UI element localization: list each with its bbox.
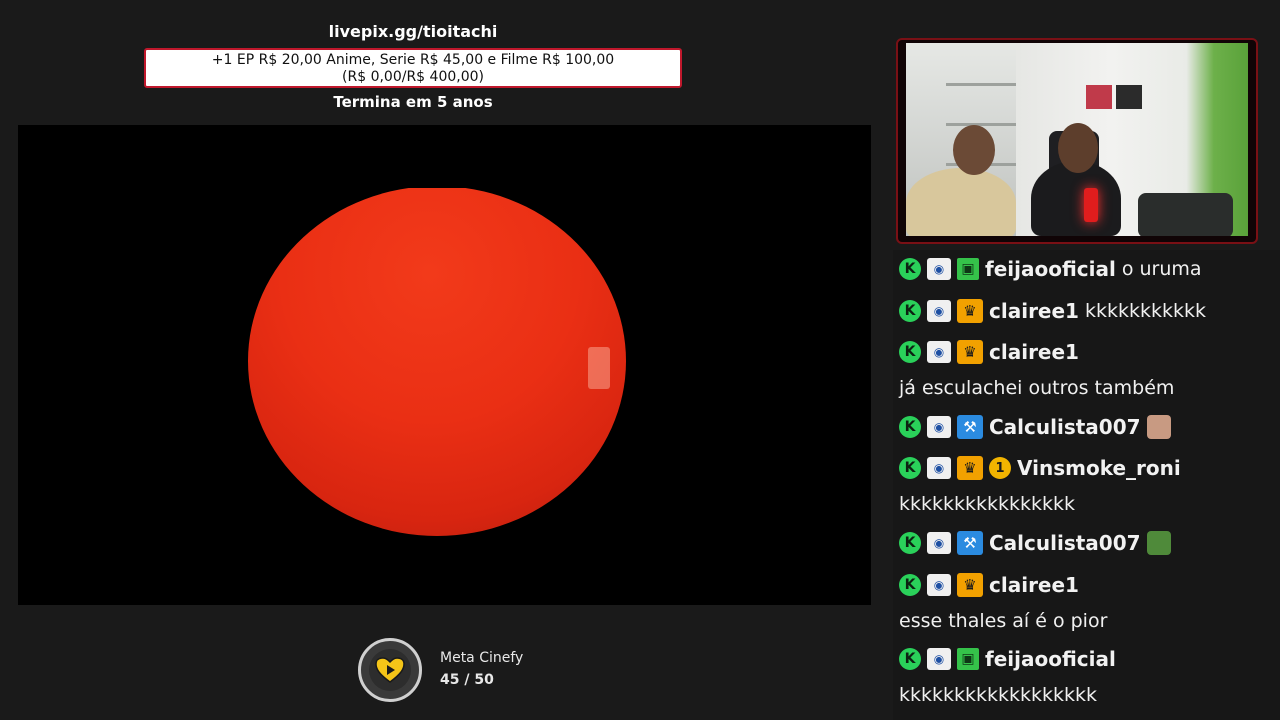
chat-username[interactable]: Vinsmoke_roni [1017, 456, 1181, 480]
kick-icon: K [899, 457, 921, 479]
person-right-head [1058, 123, 1098, 173]
donation-url: livepix.gg/tioitachi [328, 22, 498, 41]
chat-text: kkkkkkkkkkkkkkkk [899, 493, 1076, 515]
donation-offer-line2: (R$ 0,00/R$ 400,00) [342, 69, 484, 85]
wall-poster [1086, 85, 1112, 109]
sphere-top-edge [328, 180, 548, 188]
donation-ends: Termina em 5 anos [333, 93, 493, 111]
gift-icon: ▣ [957, 258, 979, 280]
pet-badge-icon: ◉ [927, 341, 951, 363]
chair-back [1138, 193, 1233, 236]
chat-username[interactable]: Calculista007 [989, 415, 1141, 439]
chat-username[interactable]: clairee1 [989, 299, 1079, 323]
chat-text: o uruma [1121, 258, 1202, 280]
donation-offer-line1: +1 EP R$ 20,00 Anime, Serie R$ 45,00 e F… [211, 52, 615, 68]
chat-text: kkkkkkkkkkk [1084, 300, 1207, 322]
person-left [906, 168, 1016, 236]
meta-count: 45 / 50 [440, 672, 494, 688]
chat-message: K ◉ ♛ 1 Vinsmoke_roni [899, 456, 1181, 480]
chat-text: já esculachei outros também [899, 377, 1175, 399]
pet-badge-icon: ◉ [927, 574, 951, 596]
kick-icon: K [899, 648, 921, 670]
sphere-reflection [588, 347, 610, 389]
chat-message: K ◉ ♛ clairee1 [899, 340, 1079, 364]
red-lamp [1084, 188, 1098, 222]
chat-message: K ◉ ♛ clairee1 kkkkkkkkkkk [899, 299, 1206, 323]
chat-username[interactable]: clairee1 [989, 573, 1079, 597]
kick-icon: K [899, 258, 921, 280]
crown-icon: ♛ [957, 340, 983, 364]
pepe-emote-icon [1146, 531, 1171, 555]
gift-icon: ▣ [957, 648, 979, 670]
chat-username[interactable]: clairee1 [989, 340, 1079, 364]
meta-label: Meta Cinefy [440, 650, 524, 666]
webcam-feed [906, 43, 1248, 236]
donation-goal-box: +1 EP R$ 20,00 Anime, Serie R$ 45,00 e F… [144, 48, 682, 88]
wall-poster [1116, 85, 1142, 109]
video-player[interactable] [18, 125, 871, 605]
hammer-icon: ⚒ [957, 415, 983, 439]
play-heart-icon [358, 638, 422, 702]
chat-text: kkkkkkkkkkkkkkkkkk [899, 684, 1098, 706]
kick-icon: K [899, 532, 921, 554]
pet-badge-icon: ◉ [927, 457, 951, 479]
red-sphere-video-frame [248, 186, 626, 536]
chat-message: K ◉ ♛ clairee1 [899, 573, 1079, 597]
chat-message: K ◉ ⚒ Calculista007 [899, 531, 1171, 555]
kick-icon: K [899, 416, 921, 438]
person-left-head [953, 125, 995, 175]
pet-badge-icon: ◉ [927, 416, 951, 438]
chat-text: esse thales aí é o pior [899, 610, 1108, 632]
crown-icon: ♛ [957, 456, 983, 480]
chat-username[interactable]: feijaooficial [985, 647, 1116, 671]
chat-panel: K ◉ ▣ feijaooficial o uruma K ◉ ♛ claire… [893, 250, 1280, 720]
face-emote-icon [1146, 415, 1171, 439]
kick-icon: K [899, 574, 921, 596]
pet-badge-icon: ◉ [927, 300, 951, 322]
chat-username[interactable]: Calculista007 [989, 531, 1141, 555]
sub-months-badge: 1 [989, 457, 1011, 479]
chat-message: K ◉ ⚒ Calculista007 [899, 415, 1171, 439]
kick-icon: K [899, 300, 921, 322]
pet-badge-icon: ◉ [927, 648, 951, 670]
kick-icon: K [899, 341, 921, 363]
pet-badge-icon: ◉ [927, 532, 951, 554]
hammer-icon: ⚒ [957, 531, 983, 555]
chat-username[interactable]: feijaooficial [985, 257, 1116, 281]
chat-message: K ◉ ▣ feijaooficial o uruma [899, 257, 1202, 281]
chat-message: K ◉ ▣ feijaooficial [899, 647, 1116, 671]
crown-icon: ♛ [957, 299, 983, 323]
pet-badge-icon: ◉ [927, 258, 951, 280]
crown-icon: ♛ [957, 573, 983, 597]
